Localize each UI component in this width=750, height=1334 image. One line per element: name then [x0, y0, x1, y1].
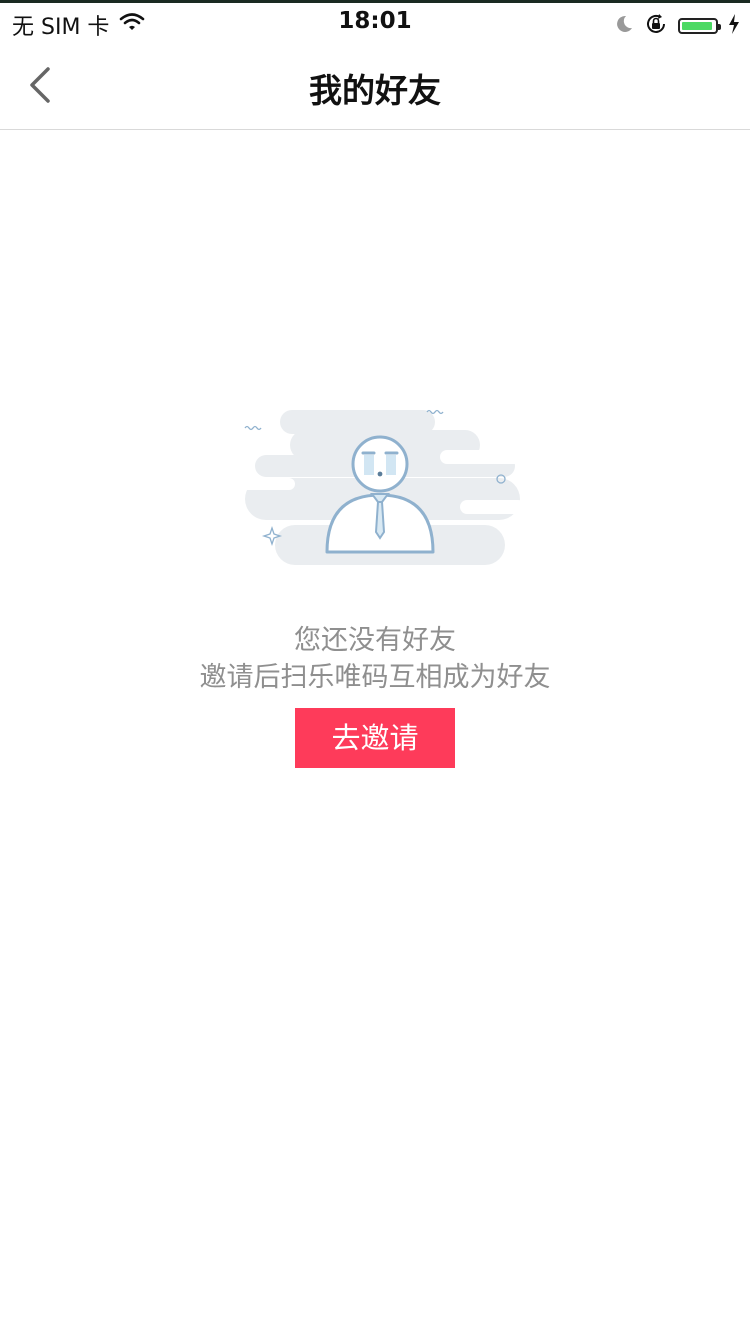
orientation-lock-icon	[644, 12, 668, 40]
empty-message-title: 您还没有好友	[294, 625, 456, 656]
empty-friends-illustration	[235, 400, 530, 575]
invite-button[interactable]: 去邀请	[295, 708, 455, 768]
status-right	[614, 12, 740, 40]
charging-bolt-icon	[728, 14, 740, 38]
nav-bar: 我的好友	[0, 40, 750, 130]
status-bar: 无 SIM 卡 18:01	[0, 0, 750, 40]
battery-icon	[678, 18, 721, 34]
moon-icon	[614, 14, 634, 38]
battery-level-fill	[682, 22, 713, 30]
page-title: 我的好友	[309, 71, 441, 110]
empty-message-subtitle: 邀请后扫乐唯码互相成为好友	[199, 662, 551, 693]
